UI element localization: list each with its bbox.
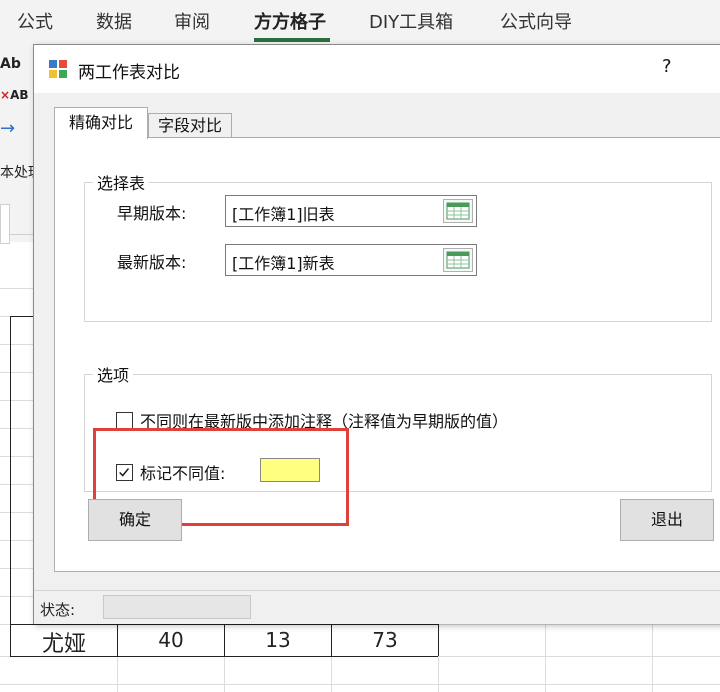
- early-version-value: [工作簿1]旧表: [232, 205, 335, 224]
- ribbon-tab-formulas[interactable]: 公式: [17, 8, 53, 34]
- latest-version-picker[interactable]: [工作簿1]新表: [225, 244, 477, 276]
- table-cell-value[interactable]: 73: [332, 628, 438, 652]
- exit-button[interactable]: 退出: [620, 499, 714, 541]
- ribbon-item-ab-clear[interactable]: ×AB: [0, 88, 29, 102]
- ribbon-tab-diy-toolbox[interactable]: DIY工具箱: [369, 8, 453, 34]
- latest-version-label: 最新版本:: [117, 253, 187, 272]
- status-field: [103, 595, 251, 619]
- help-button[interactable]: ?: [662, 56, 672, 77]
- table-border: [10, 316, 11, 656]
- ribbon-tab-fangfang[interactable]: 方方格子: [254, 8, 326, 34]
- latest-version-value: [工作簿1]新表: [232, 254, 335, 273]
- ribbon-tab-bar: 公式 数据 审阅 方方格子 DIY工具箱 公式向导: [0, 0, 720, 42]
- ribbon-tab-review[interactable]: 审阅: [174, 8, 210, 34]
- sheet-select-icon[interactable]: [443, 199, 473, 223]
- early-version-picker[interactable]: [工作簿1]旧表: [225, 195, 477, 227]
- tab-exact-compare[interactable]: 精确对比: [54, 107, 148, 139]
- arrow-right-icon[interactable]: →: [0, 118, 15, 139]
- select-sheet-group-label: 选择表: [93, 170, 150, 194]
- table-cell-value[interactable]: 40: [118, 628, 224, 652]
- options-group-label: 选项: [93, 362, 134, 386]
- table-cell-value[interactable]: 13: [225, 628, 331, 652]
- red-x-icon: ×: [0, 88, 11, 102]
- early-version-label: 早期版本:: [117, 204, 187, 223]
- grid-line: [0, 684, 720, 685]
- dialog-title: 两工作表对比: [78, 63, 180, 83]
- ribbon-item-ab[interactable]: Ab: [0, 56, 21, 72]
- ribbon-button-fragment[interactable]: [0, 204, 10, 244]
- table-border: [10, 316, 34, 317]
- status-label: 状态:: [40, 601, 76, 619]
- tab-field-compare[interactable]: 字段对比: [148, 113, 232, 139]
- compare-sheets-dialog: 两工作表对比 ? 精确对比 字段对比 选择表 早期版本: [工作簿1]旧表 最新…: [33, 44, 720, 624]
- table-border: [10, 624, 438, 625]
- add-comment-checkbox[interactable]: [116, 412, 133, 429]
- exact-compare-panel: 选择表 早期版本: [工作簿1]旧表 最新版本: [工作簿1]新表 选项 不同则…: [54, 137, 720, 572]
- table-cell-name[interactable]: 尤娅: [36, 626, 92, 658]
- app-icon: [49, 60, 67, 78]
- ok-button[interactable]: 确定: [88, 499, 182, 541]
- ribbon-tab-formula-wizard[interactable]: 公式向导: [500, 8, 572, 34]
- status-bar: 状态:: [34, 590, 720, 624]
- dialog-titlebar[interactable]: 两工作表对比 ?: [34, 45, 720, 93]
- ribbon-tab-data[interactable]: 数据: [96, 8, 132, 34]
- sheet-select-icon[interactable]: [443, 248, 473, 272]
